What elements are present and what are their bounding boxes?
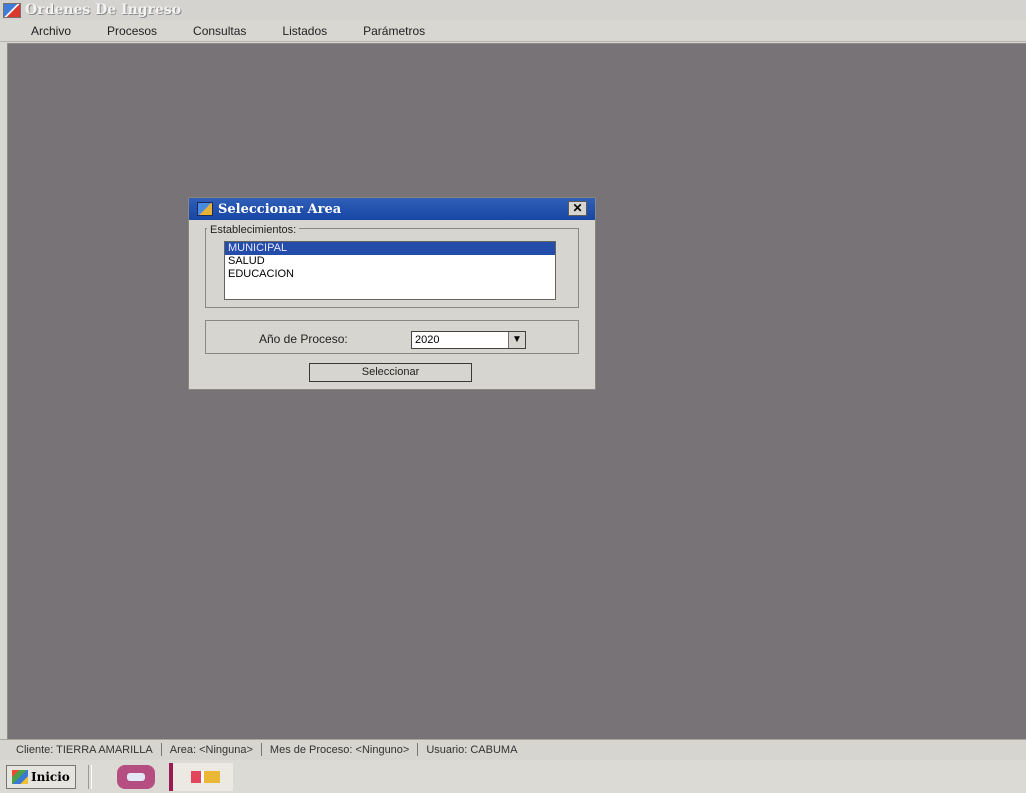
menu-bar: Archivo Procesos Consultas Listados Pará… [0,20,1026,42]
status-mes: Mes de Proceso: <Ninguno> [269,743,410,756]
menu-procesos[interactable]: Procesos [107,24,157,38]
list-item-municipal[interactable]: MUNICIPAL [225,242,555,255]
status-bar: Cliente: TIERRA AMARILLA Area: <Ninguna>… [0,739,1026,759]
menu-listados[interactable]: Listados [282,24,327,38]
flag-app-icon [190,770,220,783]
year-label: Año de Proceso: [259,332,348,346]
status-divider [260,743,262,756]
car-icon[interactable] [116,764,155,789]
menu-parametros[interactable]: Parámetros [363,24,425,38]
status-divider [160,743,162,756]
list-item-educacion[interactable]: EDUCACION [225,268,555,281]
status-area: Area: <Ninguna> [169,743,253,756]
dialog-title: Seleccionar Area [218,201,342,217]
select-button[interactable]: Seleccionar [309,363,472,382]
taskbar-separator [87,764,92,789]
taskbar-app-button[interactable] [168,762,233,791]
menu-archivo[interactable]: Archivo [31,24,71,38]
start-button[interactable]: Inicio [6,764,76,789]
year-select-value: 2020 [415,334,440,346]
start-label: Inicio [31,769,70,784]
establishments-listbox[interactable]: MUNICIPAL SALUD EDUCACION [224,241,556,300]
chevron-down-icon[interactable]: ▼ [508,332,525,348]
mdi-workspace [7,43,1026,739]
menu-consultas[interactable]: Consultas [193,24,246,38]
list-item-salud[interactable]: SALUD [225,255,555,268]
status-cliente: Cliente: TIERRA AMARILLA [16,743,153,756]
close-button[interactable]: ✕ [568,201,587,216]
establishments-label: Establecimientos: [207,224,300,236]
status-divider [417,743,419,756]
windows-logo-icon [12,769,28,784]
app-title: Ordenes De Ingreso [25,2,182,18]
app-window-icon [3,2,21,18]
taskbar: Inicio [0,760,1026,793]
form-icon [197,202,213,216]
select-area-dialog: Seleccionar Area ✕ Establecimientos: MUN… [188,197,596,390]
year-select[interactable]: 2020 ▼ [411,331,526,349]
status-usuario: Usuario: CABUMA [426,743,518,756]
dialog-title-bar[interactable]: Seleccionar Area ✕ [189,198,595,220]
title-bar: Ordenes De Ingreso [0,0,1026,20]
